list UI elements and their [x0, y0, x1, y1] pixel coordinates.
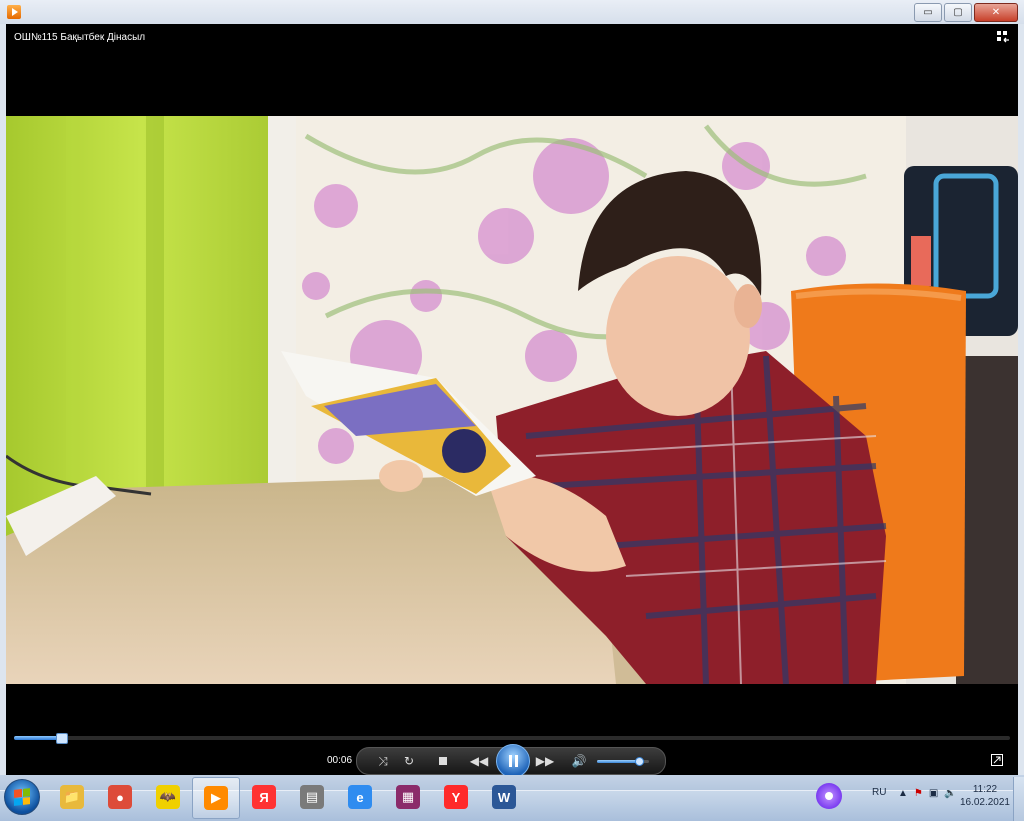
pause-button[interactable]	[496, 744, 530, 778]
batman-app-icon: 🦇	[156, 785, 180, 809]
tray-icons: ▲ ⚑ ▣ 🔈	[898, 788, 957, 799]
seek-bar[interactable]	[14, 733, 1010, 744]
taskbar-button[interactable]: 🦇	[144, 777, 192, 817]
system-tray: RU ▲ ⚑ ▣ 🔈 11:22 16.02.2021	[794, 777, 1024, 821]
speaker-icon[interactable]: 🔈	[944, 788, 956, 799]
taskbar-button[interactable]: W	[480, 777, 528, 817]
media-player: ОШ№115 Бақытбек Дінасыл 00:06 ⤨ ↻ ◀◀ ▶▶ …	[6, 24, 1018, 778]
taskbar-pinned-items: 📁 ● 🦇 ▶ Я ▤ e ▦ Y W	[48, 777, 528, 819]
taskbar-button[interactable]: Y	[432, 777, 480, 817]
yandex-browser-icon: Y	[444, 785, 468, 809]
seek-progress	[14, 736, 61, 740]
show-hidden-icons-icon[interactable]: ▲	[898, 788, 908, 799]
taskbar-button[interactable]: ▦	[384, 777, 432, 817]
taskbar-button[interactable]: 📁	[48, 777, 96, 817]
volume-slider[interactable]	[597, 757, 649, 766]
taskbar-button[interactable]: e	[336, 777, 384, 817]
word-icon: W	[492, 785, 516, 809]
seek-handle[interactable]	[55, 733, 68, 744]
switch-to-library-icon[interactable]	[996, 30, 1010, 44]
volume-level	[597, 760, 639, 763]
taskbar-button[interactable]: ▤	[288, 777, 336, 817]
taskbar: 📁 ● 🦇 ▶ Я ▤ e ▦ Y W RU ▲ ⚑ ▣ 🔈 11:22 16.02.2021	[0, 777, 1024, 821]
taskbar-button[interactable]: Я	[240, 777, 288, 817]
volume-handle[interactable]	[634, 757, 644, 766]
start-button[interactable]	[4, 779, 40, 815]
language-indicator[interactable]: RU	[872, 787, 886, 798]
stop-icon[interactable]	[435, 753, 451, 769]
media-title: ОШ№115 Бақытбек Дінасыл	[14, 32, 146, 43]
shuffle-icon[interactable]: ⤨	[375, 753, 391, 769]
volume-icon[interactable]: 🔊	[571, 753, 587, 769]
scanner-app-icon: ▤	[300, 785, 324, 809]
next-icon[interactable]: ▶▶	[533, 753, 557, 769]
window-titlebar: ▭ ▢ ✕	[0, 0, 1024, 25]
window-controls: ▭ ▢ ✕	[914, 3, 1018, 22]
show-desktop-button[interactable]	[1013, 777, 1024, 821]
clock-date: 16.02.2021	[959, 797, 1010, 808]
network-icon[interactable]: ▣	[929, 788, 938, 799]
video-frame[interactable]	[6, 116, 1018, 684]
media-player-app-icon	[7, 5, 21, 19]
media-player-icon: ▶	[204, 786, 228, 810]
action-center-icon[interactable]: ⚑	[914, 788, 923, 799]
window-frame-right	[1018, 24, 1024, 775]
maximize-button[interactable]: ▢	[944, 3, 972, 22]
yandex-icon: Я	[252, 785, 276, 809]
clock-time: 11:22	[972, 784, 998, 795]
pause-icon	[508, 755, 518, 767]
minimize-button[interactable]: ▭	[914, 3, 942, 22]
elapsed-time: 00:06	[327, 755, 353, 766]
internet-explorer-icon: e	[348, 785, 372, 809]
previous-icon[interactable]: ◀◀	[467, 753, 491, 769]
playback-controls: ⤨ ↻ ◀◀ ▶▶ 🔊	[356, 744, 666, 778]
clock[interactable]: 11:22 16.02.2021	[960, 783, 1010, 809]
close-button[interactable]: ✕	[974, 3, 1018, 22]
chrome-icon: ●	[108, 785, 132, 809]
fullscreen-icon[interactable]	[991, 754, 1003, 766]
explorer-icon: 📁	[60, 785, 84, 809]
winrar-icon: ▦	[396, 785, 420, 809]
windows-logo-icon	[14, 788, 30, 806]
taskbar-button[interactable]: ▶	[192, 777, 240, 819]
taskbar-button[interactable]: ●	[96, 777, 144, 817]
alice-assistant-icon[interactable]	[816, 783, 842, 809]
repeat-icon[interactable]: ↻	[401, 753, 417, 769]
